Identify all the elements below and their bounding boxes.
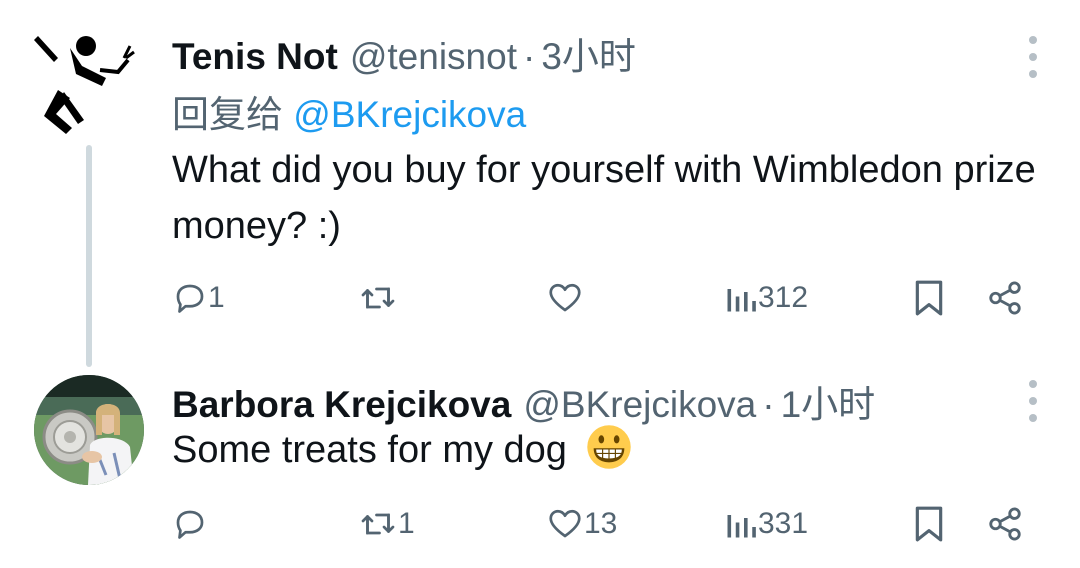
timestamp[interactable]: 1小时 xyxy=(781,374,876,428)
retweet-icon xyxy=(361,287,395,309)
reply-mention-link[interactable]: @BKrejcikova xyxy=(293,94,526,135)
tweet-text: What did you buy for yourself with Wimbl… xyxy=(172,149,1036,247)
more-options-icon[interactable] xyxy=(1026,36,1040,78)
reply-icon xyxy=(176,510,204,539)
reply-prefix: 回复给 xyxy=(172,94,283,135)
views-button[interactable]: 312 xyxy=(724,273,808,323)
bookmark-button[interactable] xyxy=(912,273,946,323)
reply-button[interactable] xyxy=(172,499,208,549)
author-name[interactable]: Tenis Not xyxy=(172,36,338,78)
views-count: 331 xyxy=(758,507,809,540)
like-button[interactable]: 13 xyxy=(546,499,617,549)
views-count: 312 xyxy=(758,281,809,314)
retweet-count: 1 xyxy=(398,507,415,540)
reply-icon xyxy=(176,284,204,313)
separator-dot: · xyxy=(762,384,775,425)
like-button[interactable] xyxy=(546,273,584,323)
share-button[interactable] xyxy=(986,273,1024,323)
action-bar: 1 13 331 xyxy=(172,499,1032,549)
thread-line xyxy=(86,145,92,367)
separator-dot: · xyxy=(522,36,536,77)
tweet-tenisnot[interactable]: Tenis Not @tenisnot · 3小时 回复给 @BKrejciko… xyxy=(0,0,1080,367)
reply-button[interactable]: 1 xyxy=(172,273,225,323)
tennis-player-logo-icon xyxy=(34,36,135,134)
more-options-icon[interactable] xyxy=(1026,380,1040,422)
author-handle[interactable]: @tenisnot xyxy=(350,36,517,78)
action-bar: 1 312 xyxy=(172,273,1032,323)
profile-photo-trophy xyxy=(34,375,144,485)
tweet-bkrejcikova[interactable]: Barbora Krejcikova @BKrejcikova · 1小时 So… xyxy=(0,360,1080,568)
reply-to-line: 回复给 @BKrejcikova xyxy=(172,84,526,138)
retweet-button[interactable]: 1 xyxy=(358,499,415,549)
avatar[interactable] xyxy=(30,28,146,138)
like-count: 13 xyxy=(584,507,618,540)
author-handle[interactable]: @BKrejcikova xyxy=(523,384,756,426)
tweet-header: Tenis Not @tenisnot · 3小时 xyxy=(172,26,636,80)
share-icon xyxy=(989,507,1021,541)
views-icon xyxy=(727,289,756,312)
heart-icon xyxy=(549,283,581,312)
bookmark-button[interactable] xyxy=(912,499,946,549)
share-button[interactable] xyxy=(986,499,1024,549)
tweet-text: Some treats for my dog xyxy=(172,422,1052,478)
retweet-icon xyxy=(361,513,395,535)
tweet-header: Barbora Krejcikova @BKrejcikova · 1小时 xyxy=(172,374,875,428)
views-icon xyxy=(727,515,756,538)
heart-icon xyxy=(549,509,581,538)
share-icon xyxy=(989,281,1021,315)
bookmark-icon xyxy=(915,506,943,542)
reply-count: 1 xyxy=(208,281,225,314)
views-button[interactable]: 331 xyxy=(724,499,808,549)
retweet-button[interactable] xyxy=(358,273,398,323)
avatar[interactable] xyxy=(34,375,144,485)
timestamp[interactable]: 3小时 xyxy=(541,26,636,80)
tweet-text-content: Some treats for my dog xyxy=(172,429,567,471)
author-name[interactable]: Barbora Krejcikova xyxy=(172,384,511,426)
grinning-face-emoji xyxy=(586,425,631,469)
bookmark-icon xyxy=(915,280,943,316)
